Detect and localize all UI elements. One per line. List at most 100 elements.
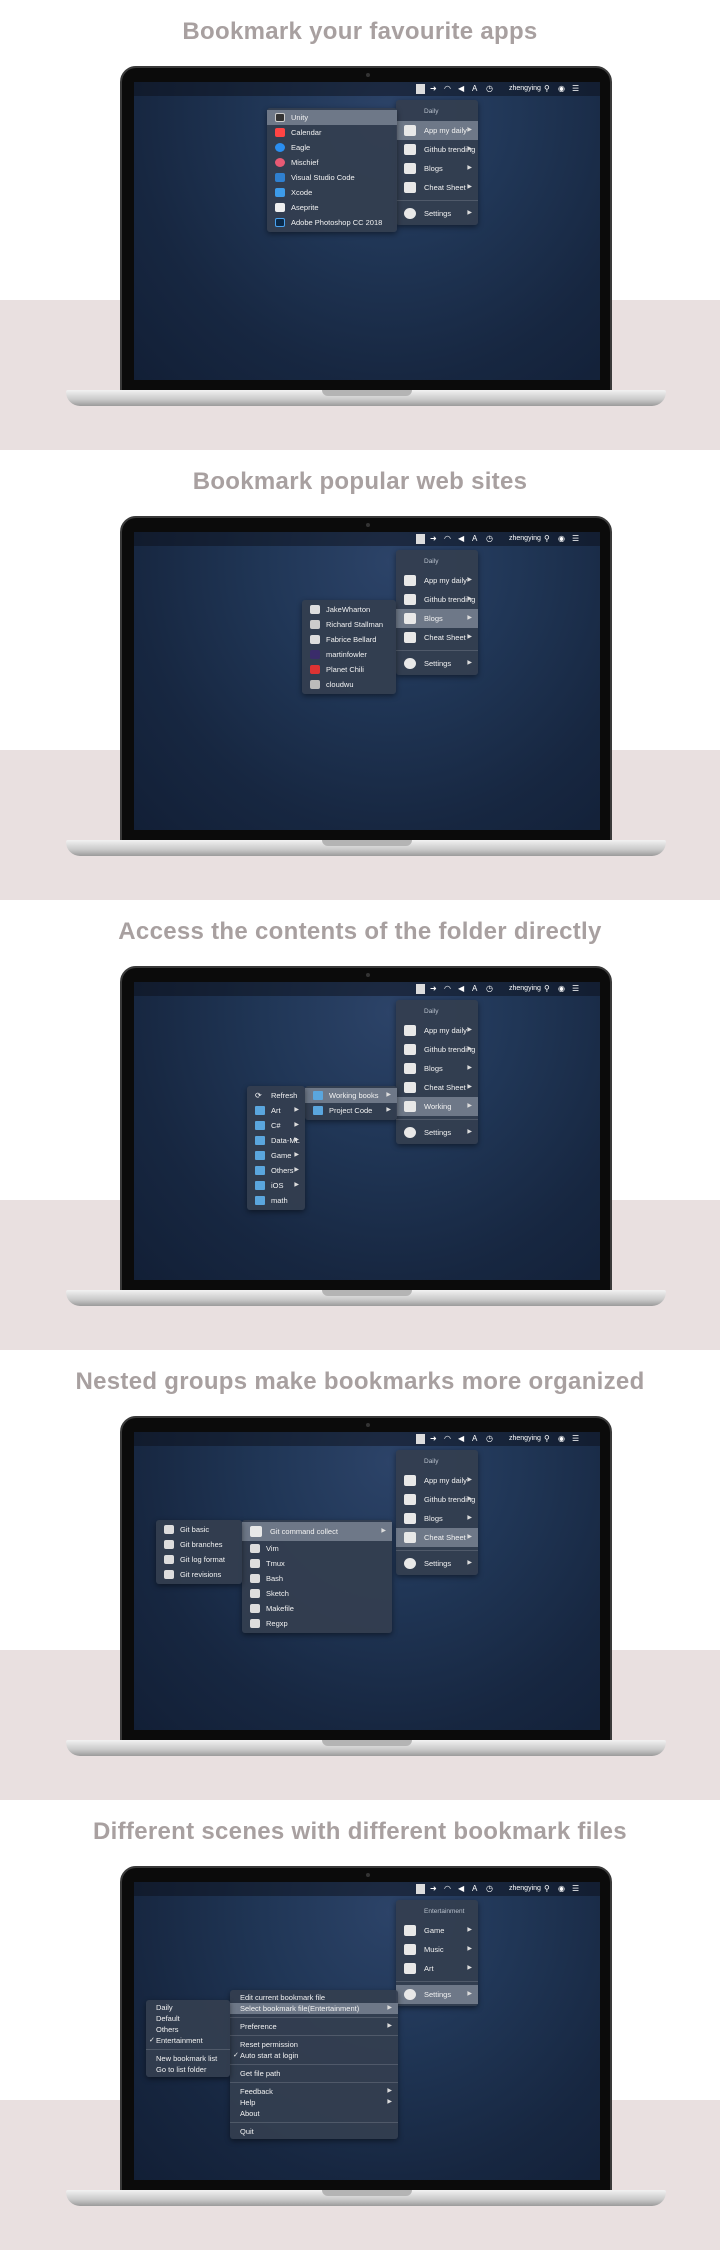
menu-item[interactable]: Working ▶: [396, 1097, 478, 1116]
bookmark-app-icon[interactable]: [416, 534, 425, 544]
settings-item[interactable]: Settings ▶: [396, 654, 478, 673]
wifi-icon[interactable]: ◠: [444, 534, 451, 544]
quit-item[interactable]: Quit: [230, 2126, 398, 2137]
submenu-item[interactable]: Makefile: [242, 1601, 392, 1616]
submenu-item[interactable]: Working books ▶: [305, 1088, 397, 1103]
submenu-item[interactable]: Planet Chili: [302, 662, 396, 677]
wifi-icon[interactable]: ◠: [444, 984, 451, 994]
user-name[interactable]: zhengying: [509, 1434, 541, 1444]
bookmark-app-icon[interactable]: [416, 1434, 425, 1444]
submenu-item[interactable]: Sketch: [242, 1586, 392, 1601]
select-bookmark-file[interactable]: Select bookmark file(Entertainment) ▶: [230, 2003, 398, 2014]
arrow-icon[interactable]: ➜: [430, 534, 437, 544]
nested-item[interactable]: Git log format: [156, 1552, 242, 1567]
folder-item[interactable]: Game ▶: [247, 1148, 305, 1163]
list-icon[interactable]: ☰: [572, 1884, 579, 1894]
submenu-item[interactable]: Aseprite: [267, 200, 397, 215]
nested-item[interactable]: Git basic: [156, 1522, 242, 1537]
help-item[interactable]: Help ▶: [230, 2097, 398, 2108]
folder-item[interactable]: iOS ▶: [247, 1178, 305, 1193]
user-name[interactable]: zhengying: [509, 534, 541, 544]
siri-icon[interactable]: ◉: [558, 534, 565, 544]
settings-item[interactable]: Settings ▶: [396, 1123, 478, 1142]
submenu-group[interactable]: Git command collect ▶: [242, 1522, 392, 1541]
siri-icon[interactable]: ◉: [558, 84, 565, 94]
menu-item[interactable]: App my daily ▶: [396, 1021, 478, 1040]
reset-permission-item[interactable]: Reset permission: [230, 2039, 398, 2050]
user-name[interactable]: zhengying: [509, 84, 541, 94]
input-method-icon[interactable]: A: [472, 984, 477, 994]
file-item[interactable]: Daily: [146, 2002, 230, 2013]
auto-start-item[interactable]: ✓ Auto start at login: [230, 2050, 398, 2061]
submenu-item[interactable]: Xcode: [267, 185, 397, 200]
folder-item[interactable]: Art ▶: [247, 1103, 305, 1118]
bookmark-app-icon[interactable]: [416, 1884, 425, 1894]
edit-bookmark-file[interactable]: Edit current bookmark file: [230, 1992, 398, 2003]
submenu-item[interactable]: Bash: [242, 1571, 392, 1586]
list-icon[interactable]: ☰: [572, 984, 579, 994]
settings-item[interactable]: Settings ▶: [396, 1985, 478, 2004]
submenu-item[interactable]: JakeWharton: [302, 602, 396, 617]
menu-item[interactable]: Cheat Sheet ▶: [396, 628, 478, 647]
submenu-item[interactable]: Vim: [242, 1541, 392, 1556]
siri-icon[interactable]: ◉: [558, 1434, 565, 1444]
input-method-icon[interactable]: A: [472, 1884, 477, 1894]
file-item[interactable]: Default: [146, 2013, 230, 2024]
new-bookmark-list[interactable]: New bookmark list: [146, 2053, 230, 2064]
search-icon[interactable]: ⚲: [544, 84, 550, 94]
list-icon[interactable]: ☰: [572, 84, 579, 94]
refresh-item[interactable]: ⟳ Refresh: [247, 1088, 305, 1103]
submenu-item[interactable]: Tmux: [242, 1556, 392, 1571]
wifi-icon[interactable]: ◠: [444, 84, 451, 94]
wifi-icon[interactable]: ◠: [444, 1434, 451, 1444]
arrow-icon[interactable]: ➜: [430, 984, 437, 994]
file-item[interactable]: Others: [146, 2024, 230, 2035]
menu-item[interactable]: App my daily ▶: [396, 1471, 478, 1490]
submenu-item[interactable]: martinfowler: [302, 647, 396, 662]
about-item[interactable]: About: [230, 2108, 398, 2119]
clock-icon[interactable]: ◷: [486, 534, 493, 544]
search-icon[interactable]: ⚲: [544, 984, 550, 994]
arrow-icon[interactable]: ➜: [430, 1434, 437, 1444]
menu-item[interactable]: App my daily ▶: [396, 121, 478, 140]
volume-icon[interactable]: ◀: [458, 1434, 464, 1444]
preference-item[interactable]: Preference ▶: [230, 2021, 398, 2032]
menu-item[interactable]: Github trending ▶: [396, 1490, 478, 1509]
clock-icon[interactable]: ◷: [486, 84, 493, 94]
folder-item[interactable]: C# ▶: [247, 1118, 305, 1133]
submenu-item[interactable]: Richard Stallman: [302, 617, 396, 632]
menu-item[interactable]: Github trending ▶: [396, 590, 478, 609]
user-name[interactable]: zhengying: [509, 984, 541, 994]
feedback-item[interactable]: Feedback ▶: [230, 2086, 398, 2097]
settings-item[interactable]: Settings ▶: [396, 204, 478, 223]
menu-item[interactable]: Cheat Sheet ▶: [396, 1528, 478, 1547]
input-method-icon[interactable]: A: [472, 84, 477, 94]
search-icon[interactable]: ⚲: [544, 534, 550, 544]
nested-item[interactable]: Git branches: [156, 1537, 242, 1552]
volume-icon[interactable]: ◀: [458, 534, 464, 544]
settings-item[interactable]: Settings ▶: [396, 1554, 478, 1573]
submenu-item[interactable]: Adobe Photoshop CC 2018: [267, 215, 397, 230]
menu-item[interactable]: Game ▶: [396, 1921, 478, 1940]
get-file-path-item[interactable]: Get file path: [230, 2068, 398, 2079]
input-method-icon[interactable]: A: [472, 1434, 477, 1444]
siri-icon[interactable]: ◉: [558, 984, 565, 994]
folder-item[interactable]: math: [247, 1193, 305, 1208]
clock-icon[interactable]: ◷: [486, 1434, 493, 1444]
list-icon[interactable]: ☰: [572, 1434, 579, 1444]
volume-icon[interactable]: ◀: [458, 84, 464, 94]
search-icon[interactable]: ⚲: [544, 1884, 550, 1894]
menu-item[interactable]: Github trending ▶: [396, 1040, 478, 1059]
wifi-icon[interactable]: ◠: [444, 1884, 451, 1894]
menu-item[interactable]: Blogs ▶: [396, 159, 478, 178]
arrow-icon[interactable]: ➜: [430, 1884, 437, 1894]
folder-item[interactable]: Others ▶: [247, 1163, 305, 1178]
menu-item[interactable]: Blogs ▶: [396, 609, 478, 628]
nested-item[interactable]: Git revisions: [156, 1567, 242, 1582]
submenu-item[interactable]: Visual Studio Code: [267, 170, 397, 185]
bookmark-app-icon[interactable]: [416, 984, 425, 994]
submenu-item[interactable]: cloudwu: [302, 677, 396, 692]
menu-item[interactable]: Music ▶: [396, 1940, 478, 1959]
menu-item[interactable]: Cheat Sheet ▶: [396, 178, 478, 197]
file-item-selected[interactable]: ✓ Entertainment: [146, 2035, 230, 2046]
